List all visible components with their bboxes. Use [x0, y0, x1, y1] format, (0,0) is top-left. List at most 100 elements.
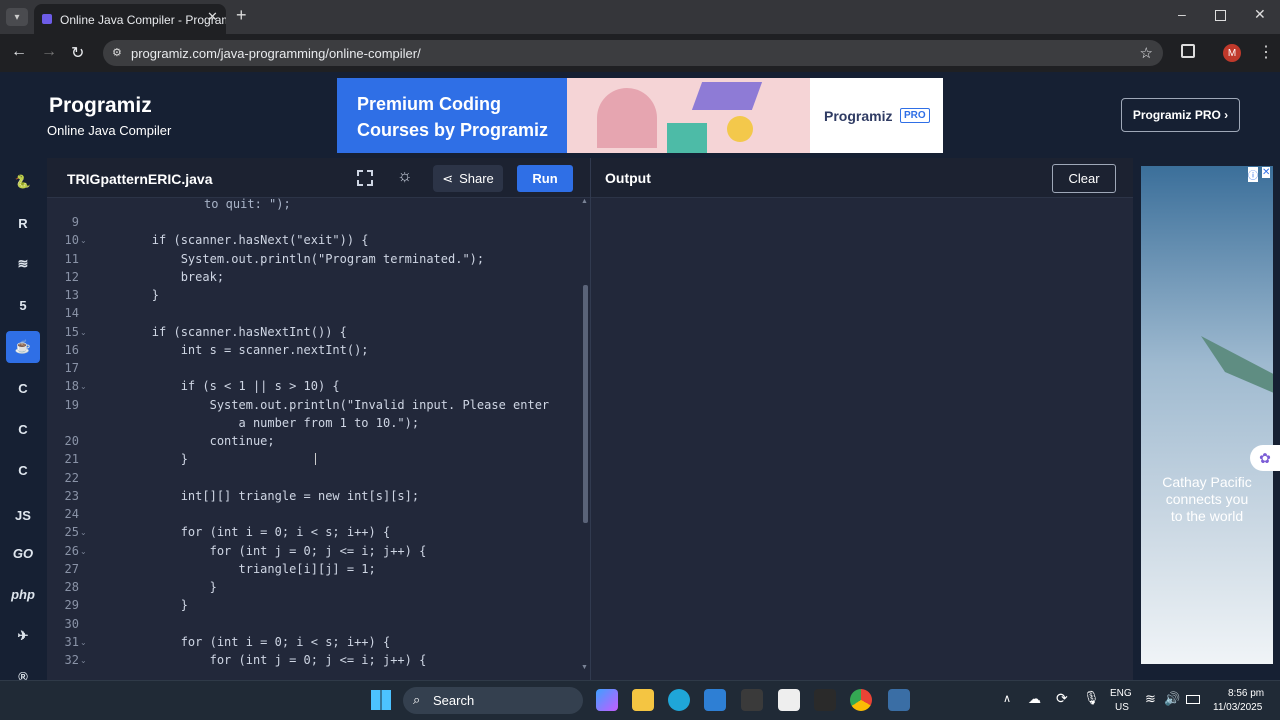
editor-scrollbar[interactable] [583, 285, 588, 523]
sidebar-item-cpp[interactable]: C [6, 413, 40, 445]
code-line[interactable]: triangle[i][j] = 1; [94, 562, 375, 576]
fold-icon[interactable]: ⌄ [80, 638, 87, 647]
share-button[interactable]: ⋖ Share [433, 165, 503, 192]
amazon-icon[interactable] [741, 689, 763, 711]
sidebar-item-go[interactable]: GO [6, 537, 40, 569]
line-number: 20 [64, 434, 79, 448]
sidebar-item-r[interactable]: R [6, 207, 40, 239]
code-line[interactable]: System.out.println("Invalid input. Pleas… [94, 398, 550, 412]
code-line[interactable]: a number from 1 to 10."); [94, 416, 419, 430]
code-line[interactable]: continue; [94, 434, 275, 448]
onedrive-icon[interactable]: ☁ [1028, 691, 1041, 707]
amazon-shopping-icon[interactable] [778, 689, 800, 711]
sidebar-item-html[interactable]: 5 [6, 289, 40, 321]
code-line[interactable]: for (int j = 0; j <= i; j++) { [94, 653, 427, 667]
copilot-icon[interactable] [596, 689, 618, 711]
code-line[interactable]: int[][] triangle = new int[s][s]; [94, 489, 419, 503]
site-info-icon[interactable]: ⚙ [112, 46, 122, 59]
floating-assistant-icon[interactable]: ✿ [1250, 445, 1280, 471]
maximize-button[interactable] [1215, 10, 1226, 21]
wifi-icon[interactable]: ≋ [1145, 691, 1156, 707]
store-icon[interactable] [704, 689, 726, 711]
code-line[interactable]: int s = scanner.nextInt(); [94, 343, 369, 357]
ad-text-2: connects you [1165, 491, 1249, 507]
ad-close-icon[interactable]: ✕ [1262, 167, 1271, 178]
browser-menu-icon[interactable]: ⋮ [1258, 42, 1274, 62]
fold-icon[interactable]: ⌄ [80, 382, 87, 391]
code-line[interactable]: if (scanner.hasNext("exit")) { [94, 233, 369, 247]
sidebar-item-sql[interactable]: ≋ [6, 248, 40, 280]
code-line[interactable]: System.out.println("Program terminated."… [94, 252, 484, 266]
code-line[interactable]: if (s < 1 || s > 10) { [94, 379, 340, 393]
sidebar-item-csharp[interactable]: C [6, 454, 40, 486]
editor-filename-tab[interactable]: TRIGpatternERIC.java [67, 171, 212, 187]
microphone-icon[interactable]: 🎙 [1083, 690, 1100, 706]
code-line[interactable]: for (int i = 0; i < s; i++) { [94, 635, 391, 649]
sidebar-item-php[interactable]: php [6, 578, 40, 610]
tab-list-button[interactable]: ▾ [6, 8, 28, 26]
cathay-ad[interactable]: Cathay Pacific connects you to the world [1141, 166, 1273, 664]
line-number: 12 [64, 269, 79, 284]
output-panel[interactable] [590, 158, 1133, 680]
new-tab-button[interactable]: + [236, 5, 247, 26]
ad-info-icon[interactable]: ⓘ [1248, 167, 1258, 182]
run-button[interactable]: Run [517, 165, 573, 192]
file-explorer-icon[interactable] [632, 689, 654, 711]
browser-tab[interactable]: Online Java Compiler - Programiz [34, 4, 226, 34]
line-number: 11 [64, 251, 79, 266]
code-line[interactable]: for (int i = 0; i < s; i++) { [94, 525, 391, 539]
fold-icon[interactable]: ⌄ [80, 528, 87, 537]
code-line[interactable]: break; [94, 270, 224, 284]
line-number: 15 [64, 324, 79, 339]
extensions-icon[interactable] [1181, 44, 1195, 58]
scroll-up-icon[interactable]: ▲ [581, 198, 588, 205]
code-line[interactable]: } [94, 598, 188, 612]
programiz-pro-button[interactable]: Programiz PRO › [1121, 98, 1240, 132]
line-number: 27 [64, 561, 79, 576]
code-line[interactable]: } [94, 580, 217, 594]
forward-icon[interactable]: → [41, 43, 57, 61]
tray-expand-icon[interactable]: ∧ [1003, 692, 1011, 705]
snipping-tool-icon[interactable] [888, 689, 910, 711]
fold-icon[interactable]: ⌄ [80, 236, 87, 245]
reload-icon[interactable]: ↻ [71, 43, 84, 63]
fullscreen-icon[interactable] [357, 170, 373, 186]
theme-toggle-icon[interactable]: ☼ [397, 166, 413, 186]
profile-avatar[interactable]: M [1223, 44, 1241, 62]
language-indicator[interactable]: ENG [1110, 688, 1132, 699]
minimize-button[interactable]: – [1178, 6, 1186, 22]
line-number: 32 [64, 653, 79, 667]
edge-icon[interactable] [668, 689, 690, 711]
tab-close-icon[interactable]: ✕ [207, 9, 218, 25]
code-line[interactable]: } [94, 288, 159, 302]
chrome-icon[interactable] [850, 689, 872, 711]
fold-icon[interactable]: ⌄ [80, 547, 87, 556]
sidebar-item-java[interactable]: ☕ [6, 331, 40, 363]
fold-icon[interactable]: ⌄ [80, 328, 87, 337]
sidebar-item-python[interactable]: 🐍 [6, 166, 40, 198]
url-bar[interactable]: ⚙ programiz.com/java-programming/online-… [103, 40, 1163, 66]
dropbox-icon[interactable] [814, 689, 836, 711]
bookmark-star-icon[interactable]: ☆ [1140, 44, 1153, 62]
close-window-button[interactable]: ✕ [1254, 6, 1266, 23]
battery-icon[interactable] [1186, 695, 1200, 704]
back-icon[interactable]: ← [11, 43, 27, 61]
clock-time[interactable]: 8:56 pm [1228, 688, 1264, 699]
windows-start-icon[interactable] [371, 690, 391, 710]
search-icon: ⌕ [413, 692, 421, 707]
volume-icon[interactable]: 🔊 [1164, 691, 1180, 707]
clear-button[interactable]: Clear [1052, 164, 1116, 193]
sidebar-item-swift[interactable]: ✈ [6, 620, 40, 652]
programiz-logo[interactable]: Programiz [49, 94, 152, 118]
code-line[interactable]: } [94, 452, 188, 466]
clock-date[interactable]: 11/03/2025 [1213, 702, 1262, 713]
sidebar-item-c[interactable]: C [6, 372, 40, 404]
promo-banner[interactable]: Premium Coding Courses by Programiz Prog… [337, 78, 943, 153]
sync-icon[interactable]: ⟳ [1056, 690, 1068, 707]
taskbar-search[interactable]: ⌕ Search [403, 687, 583, 714]
code-line[interactable]: if (scanner.hasNextInt()) { [94, 325, 347, 339]
code-line[interactable]: for (int j = 0; j <= i; j++) { [94, 544, 427, 558]
sidebar-item-js[interactable]: JS [6, 499, 40, 531]
scroll-down-icon[interactable]: ▼ [581, 664, 588, 671]
fold-icon[interactable]: ⌄ [80, 656, 87, 665]
